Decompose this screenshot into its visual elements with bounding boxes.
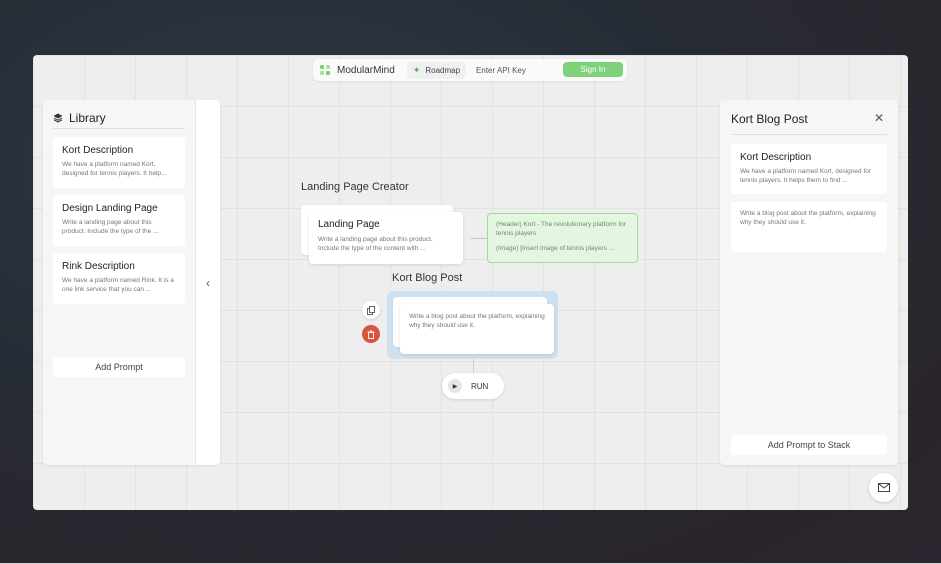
- library-panel: Library Kort Description We have a platf…: [43, 100, 220, 465]
- library-title-text: Library: [69, 111, 106, 125]
- api-key-button[interactable]: Enter API Key: [476, 66, 526, 75]
- stack-detail-panel: Kort Blog Post ✕ Kort Description We hav…: [720, 100, 898, 465]
- copy-button[interactable]: [362, 301, 380, 319]
- divider: [53, 128, 185, 129]
- layers-icon: [53, 113, 63, 123]
- library-item-desc: We have a platform named Rink. It is a o…: [62, 277, 174, 293]
- output-line: (Header) Kort - The revolutionary platfo…: [496, 221, 626, 237]
- output-line: (Image) [Insert image of tennis players …: [496, 244, 615, 252]
- sparkle-icon: ✦: [412, 64, 421, 75]
- collapse-library-button[interactable]: ‹: [195, 100, 220, 465]
- roadmap-label: Roadmap: [425, 65, 461, 75]
- brand-name: ModularMind: [337, 64, 395, 76]
- node-desc: Write a landing page about this product.…: [318, 236, 433, 252]
- add-prompt-button[interactable]: Add Prompt: [53, 357, 185, 377]
- top-nav: ModularMind ✦ Roadmap Enter API Key Sign…: [313, 59, 627, 81]
- prompt-node-landing-page[interactable]: Landing Page Write a landing page about …: [309, 212, 463, 264]
- stack-prompt-desc: Write a blog post about the platform, ex…: [740, 210, 876, 226]
- run-button[interactable]: ▶ RUN: [442, 373, 504, 399]
- brand[interactable]: ModularMind: [319, 64, 395, 76]
- stack-prompt-card[interactable]: Write a blog post about the platform, ex…: [731, 202, 887, 252]
- chevron-left-icon: ‹: [206, 275, 210, 290]
- library-item-title: Kort Description: [62, 145, 134, 156]
- library-item-desc: Write a landing page about this product.…: [62, 219, 159, 235]
- delete-button[interactable]: [362, 325, 380, 343]
- feedback-button[interactable]: [869, 473, 898, 502]
- panel-title: Kort Blog Post: [731, 112, 808, 126]
- node-connector: [471, 238, 487, 239]
- divider: [731, 134, 887, 135]
- library-item[interactable]: Rink Description We have a platform name…: [53, 253, 185, 304]
- library-item[interactable]: Design Landing Page Write a landing page…: [53, 195, 185, 246]
- stack-prompt-card[interactable]: Kort Description We have a platform name…: [731, 144, 887, 194]
- library-item-title: Rink Description: [62, 261, 135, 272]
- run-connector: [473, 359, 474, 373]
- stack-prompt-desc: We have a platform named Kort, designed …: [740, 168, 872, 184]
- library-item-title: Design Landing Page: [62, 203, 158, 214]
- play-icon: ▶: [448, 379, 462, 393]
- node-title: Landing Page: [318, 219, 380, 230]
- close-icon[interactable]: ✕: [874, 111, 884, 125]
- group-label-landing-page-creator: Landing Page Creator: [301, 181, 409, 193]
- brand-logo-icon: [320, 65, 330, 75]
- app-window: ModularMind ✦ Roadmap Enter API Key Sign…: [33, 55, 908, 510]
- output-node[interactable]: (Header) Kort - The revolutionary platfo…: [487, 213, 638, 263]
- group-label-kort-blog-post: Kort Blog Post: [392, 272, 463, 284]
- copy-icon: [367, 305, 375, 315]
- trash-icon: [367, 329, 375, 339]
- library-title: Library: [53, 111, 106, 125]
- mail-icon: [877, 483, 890, 492]
- sign-in-button[interactable]: Sign In: [563, 62, 623, 77]
- run-label: RUN: [471, 381, 489, 391]
- add-prompt-to-stack-button[interactable]: Add Prompt to Stack: [731, 435, 887, 455]
- roadmap-link[interactable]: ✦ Roadmap: [406, 61, 467, 79]
- stack-prompt-title: Kort Description: [740, 152, 812, 163]
- library-item-desc: We have a platform named Kort, designed …: [62, 161, 167, 177]
- node-desc: Write a blog post about the platform, ex…: [409, 313, 545, 329]
- prompt-node-blog-post[interactable]: Write a blog post about the platform, ex…: [400, 304, 554, 354]
- library-item[interactable]: Kort Description We have a platform name…: [53, 137, 185, 188]
